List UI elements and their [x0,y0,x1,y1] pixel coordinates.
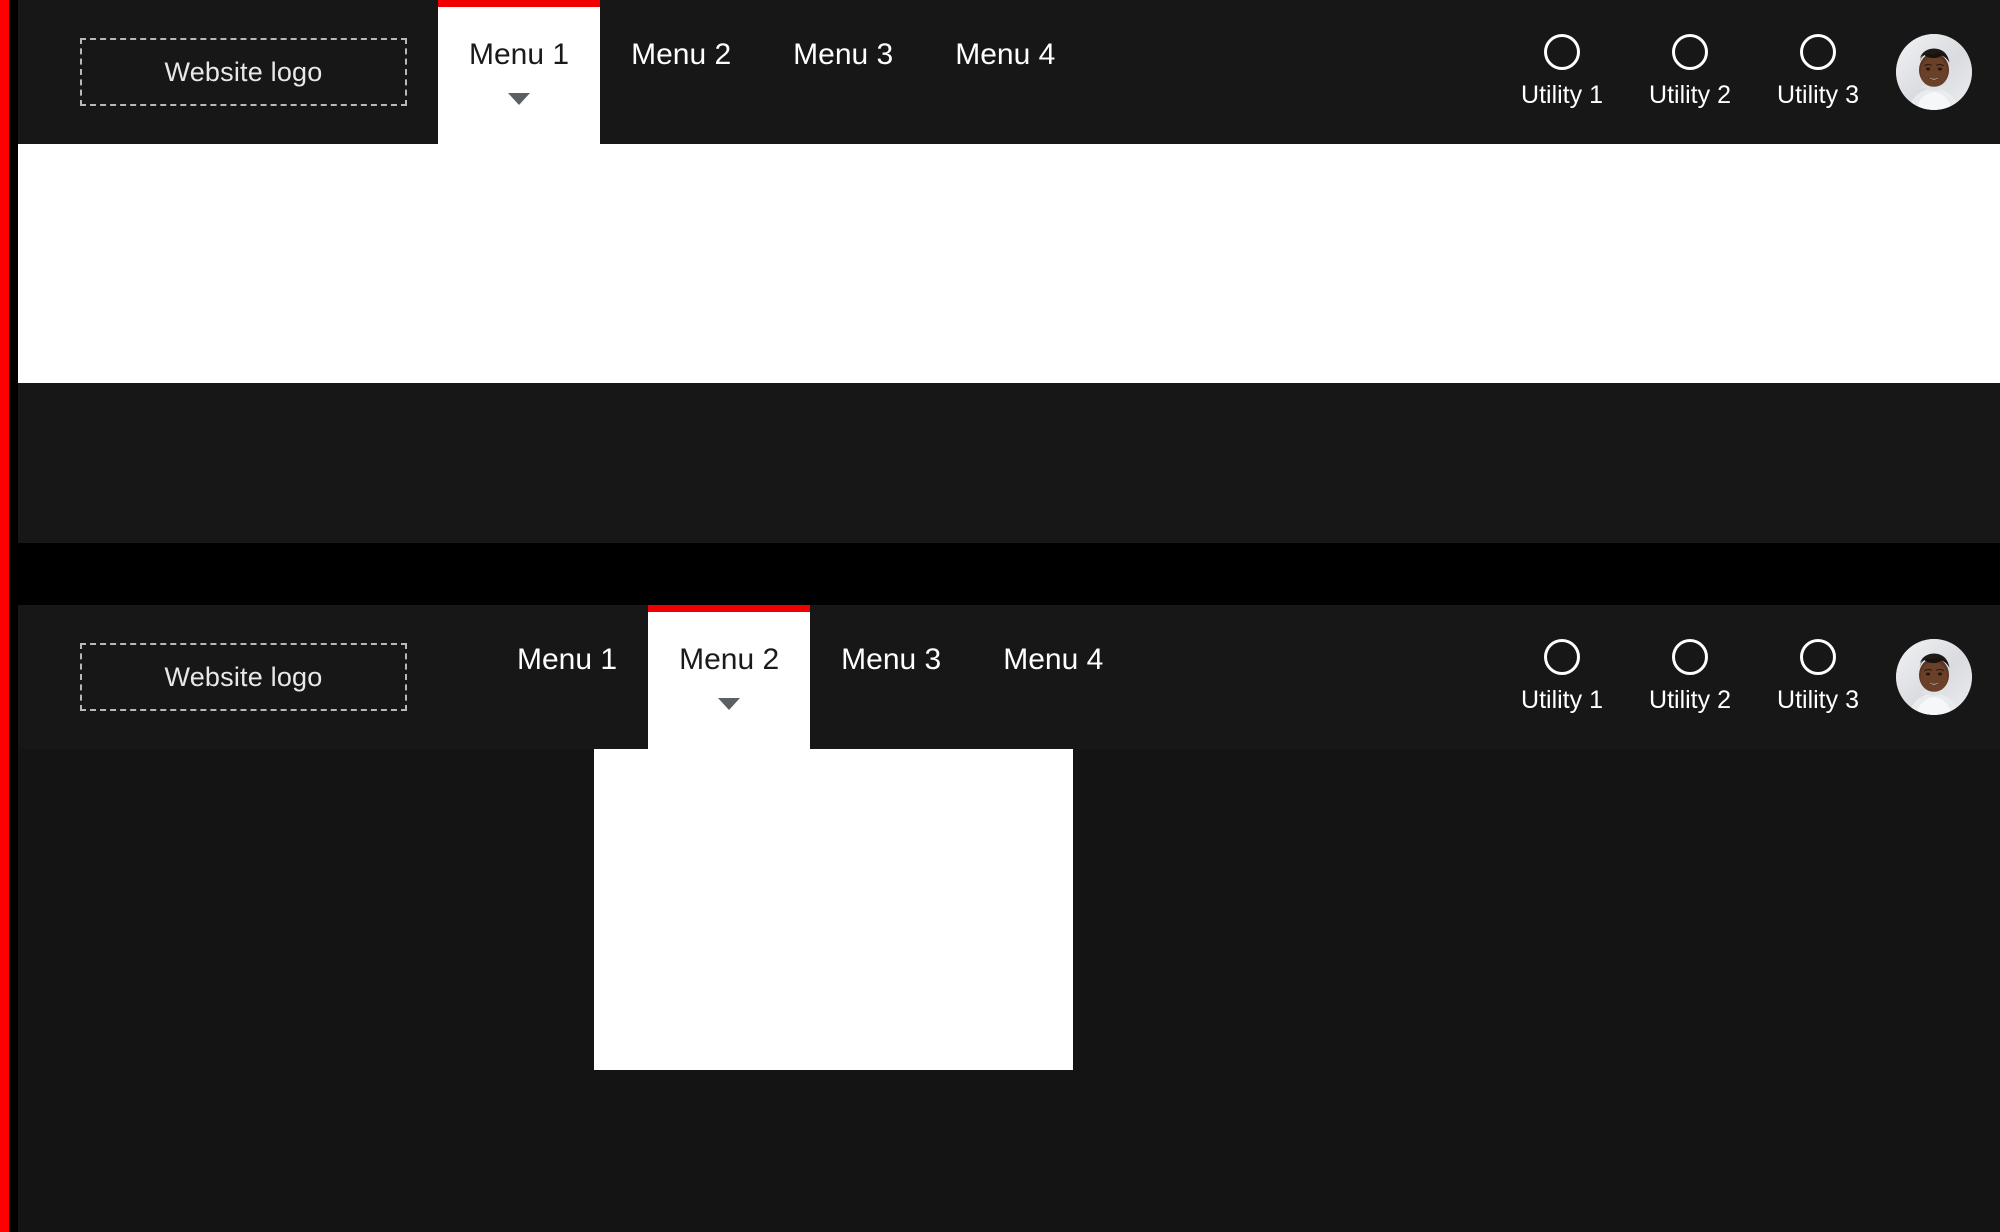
section-divider [18,543,2000,605]
utility-item-3[interactable]: Utility 3 [1754,639,1882,715]
utility-item-3-label: Utility 3 [1777,686,1859,715]
circle-icon [1800,34,1836,70]
utility-item-1-label: Utility 1 [1521,81,1603,110]
website-logo-placeholder[interactable]: Website logo [80,38,407,106]
menu-tab-2-label: Menu 2 [631,40,731,70]
user-avatar-photo [1896,34,1972,110]
user-avatar-photo [1896,639,1972,715]
menu-tab-2-label: Menu 2 [679,645,779,675]
chevron-down-icon [508,93,530,105]
main-navigation: Menu 1 Menu 2 Menu 3 Menu 4 [486,605,1134,749]
utility-item-3-label: Utility 3 [1777,81,1859,110]
circle-icon [1672,34,1708,70]
utility-item-1-label: Utility 1 [1521,686,1603,715]
website-logo-label: Website logo [165,57,323,88]
utility-item-2[interactable]: Utility 2 [1626,639,1754,715]
utility-item-2-label: Utility 2 [1649,81,1731,110]
screenshot-canvas: Website logo Menu 1 Menu 2 Menu 3 Menu 4 [0,0,2000,1232]
left-edge-accent-strip [0,0,9,1232]
menu-tab-4-label: Menu 4 [955,40,1055,70]
utility-item-1[interactable]: Utility 1 [1498,639,1626,715]
circle-icon [1800,639,1836,675]
logo-slot: Website logo [18,605,438,749]
left-edge-black-strip [9,0,18,1232]
avatar[interactable] [1896,639,1972,715]
utility-item-1[interactable]: Utility 1 [1498,34,1626,110]
header-spacer [1086,0,1498,144]
website-logo-label: Website logo [165,662,323,693]
circle-icon [1544,34,1580,70]
site-header-primary: Website logo Menu 1 Menu 2 Menu 3 Menu 4 [18,0,2000,144]
site-header-secondary: Website logo Menu 1 Menu 2 Menu 3 Menu 4 [18,605,2000,749]
utility-item-2-label: Utility 2 [1649,686,1731,715]
dropdown-panel-menu-2[interactable] [594,749,1073,1070]
menu-tab-2[interactable]: Menu 2 [648,605,810,749]
avatar[interactable] [1896,34,1972,110]
circle-icon [1544,639,1580,675]
utility-item-2[interactable]: Utility 2 [1626,34,1754,110]
utility-nav: Utility 1 Utility 2 Utility 3 [1498,605,2000,749]
menu-tab-1-label: Menu 1 [469,40,569,70]
main-navigation: Menu 1 Menu 2 Menu 3 Menu 4 [438,0,1086,144]
menu-tab-1[interactable]: Menu 1 [438,0,600,144]
dropdown-panel-menu-1[interactable] [18,144,2000,383]
utility-item-3[interactable]: Utility 3 [1754,34,1882,110]
utility-nav: Utility 1 Utility 2 Utility 3 [1498,0,2000,144]
menu-tab-1-label: Menu 1 [517,645,617,675]
menu-tab-2[interactable]: Menu 2 [600,0,762,144]
menu-tab-3[interactable]: Menu 3 [810,605,972,749]
section-one-body [18,383,2000,543]
circle-icon [1672,639,1708,675]
chevron-down-icon [718,698,740,710]
menu-tab-4[interactable]: Menu 4 [972,605,1134,749]
menu-tab-3-label: Menu 3 [841,645,941,675]
menu-tab-4-label: Menu 4 [1003,645,1103,675]
menu-tab-1[interactable]: Menu 1 [486,605,648,749]
website-logo-placeholder[interactable]: Website logo [80,643,407,711]
logo-slot: Website logo [18,0,438,144]
header-spacer [1134,605,1498,749]
menu-tab-3-label: Menu 3 [793,40,893,70]
menu-tab-3[interactable]: Menu 3 [762,0,924,144]
menu-tab-4[interactable]: Menu 4 [924,0,1086,144]
